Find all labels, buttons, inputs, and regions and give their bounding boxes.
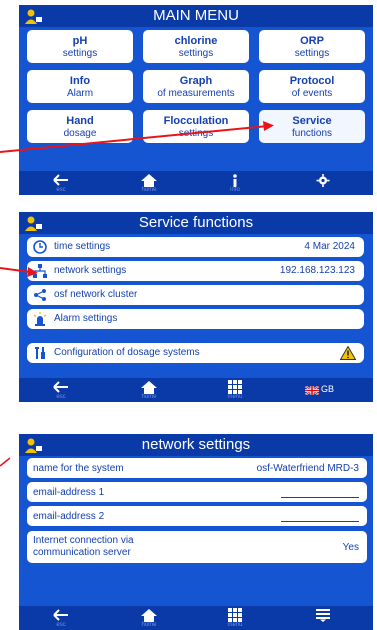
pointer-arrow-1 [0, 121, 274, 153]
pointer-arrow-3 [0, 457, 11, 467]
pointer-arrow-2 [0, 267, 38, 277]
